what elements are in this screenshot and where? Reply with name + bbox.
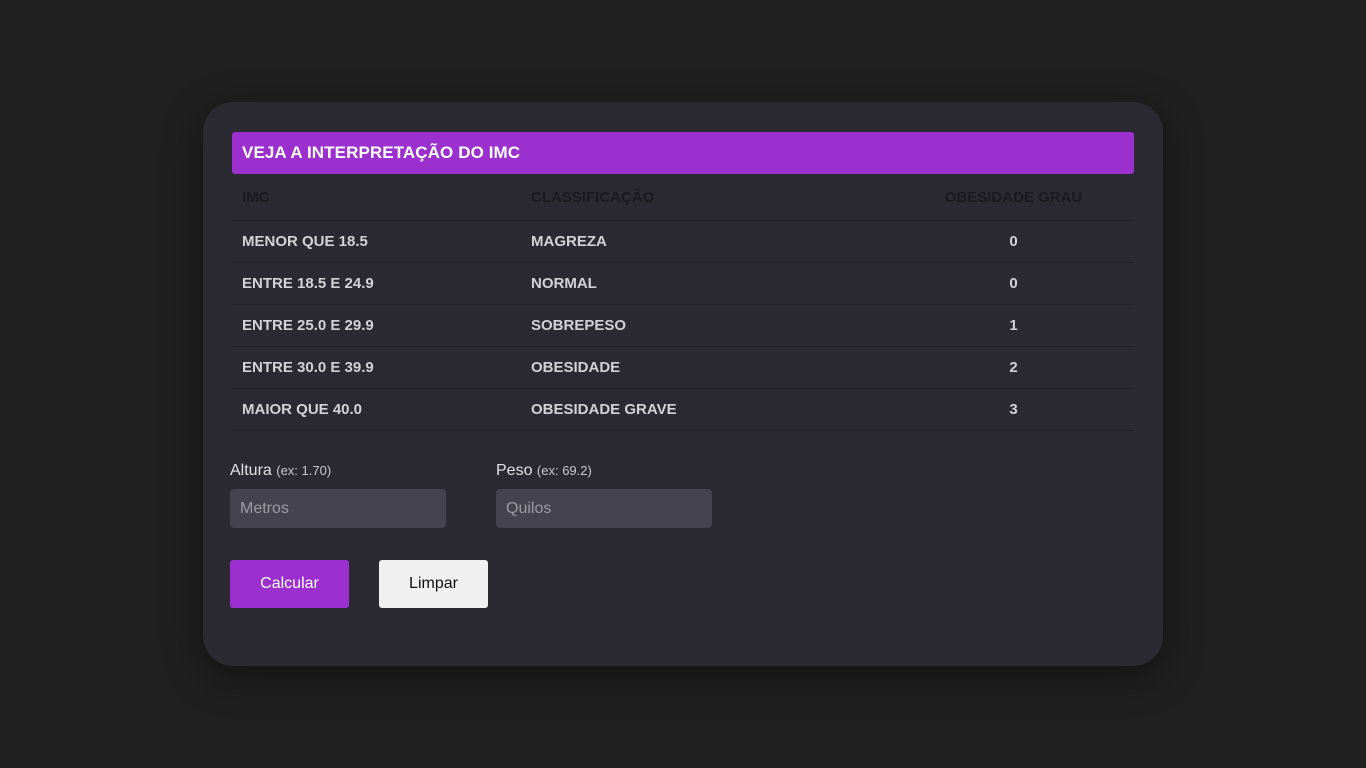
row-grade: 3 bbox=[893, 388, 1134, 431]
height-label-text: Altura bbox=[230, 462, 272, 479]
height-field: Altura (ex: 1.70) bbox=[230, 462, 446, 528]
weight-label-text: Peso bbox=[496, 462, 533, 479]
weight-field: Peso (ex: 69.2) bbox=[496, 462, 712, 528]
row-imc: ENTRE 25.0 E 29.9 bbox=[232, 304, 521, 347]
weight-hint: (ex: 69.2) bbox=[536, 463, 592, 478]
row-imc: ENTRE 30.0 E 39.9 bbox=[232, 346, 521, 389]
row-imc: MENOR QUE 18.5 bbox=[232, 220, 521, 263]
table-row: ENTRE 30.0 E 39.9 OBESIDADE 2 bbox=[232, 346, 1134, 389]
bmi-card: VEJA A INTERPRETAÇÃO DO IMC IMC CLASSIFI… bbox=[203, 102, 1163, 666]
row-classification: OBESIDADE GRAVE bbox=[521, 388, 893, 431]
table-header-row: IMC CLASSIFICAÇÃO OBESIDADE GRAU bbox=[232, 176, 1134, 221]
weight-label: Peso (ex: 69.2) bbox=[496, 462, 712, 480]
table-banner-title: VEJA A INTERPRETAÇÃO DO IMC bbox=[232, 132, 1134, 174]
table-row: ENTRE 18.5 E 24.9 NORMAL 0 bbox=[232, 262, 1134, 305]
height-input[interactable] bbox=[230, 489, 446, 528]
height-hint: (ex: 1.70) bbox=[276, 463, 332, 478]
row-grade: 2 bbox=[893, 346, 1134, 389]
row-classification: NORMAL bbox=[521, 262, 893, 305]
header-classification: CLASSIFICAÇÃO bbox=[521, 176, 893, 221]
row-classification: SOBREPESO bbox=[521, 304, 893, 347]
weight-input[interactable] bbox=[496, 489, 712, 528]
table-row: ENTRE 25.0 E 29.9 SOBREPESO 1 bbox=[232, 304, 1134, 347]
header-imc: IMC bbox=[232, 176, 521, 221]
row-imc: ENTRE 18.5 E 24.9 bbox=[232, 262, 521, 305]
table-row: MAIOR QUE 40.0 OBESIDADE GRAVE 3 bbox=[232, 388, 1134, 431]
row-grade: 1 bbox=[893, 304, 1134, 347]
row-grade: 0 bbox=[893, 262, 1134, 305]
row-imc: MAIOR QUE 40.0 bbox=[232, 388, 521, 431]
height-label: Altura (ex: 1.70) bbox=[230, 462, 446, 480]
row-classification: OBESIDADE bbox=[521, 346, 893, 389]
bmi-table: IMC CLASSIFICAÇÃO OBESIDADE GRAU MENOR Q… bbox=[232, 176, 1134, 431]
clear-button[interactable]: Limpar bbox=[379, 560, 488, 608]
row-grade: 0 bbox=[893, 220, 1134, 263]
calculate-button[interactable]: Calcular bbox=[230, 560, 349, 608]
header-obesity-grade: OBESIDADE GRAU bbox=[893, 176, 1134, 221]
row-classification: MAGREZA bbox=[521, 220, 893, 263]
table-row: MENOR QUE 18.5 MAGREZA 0 bbox=[232, 220, 1134, 263]
